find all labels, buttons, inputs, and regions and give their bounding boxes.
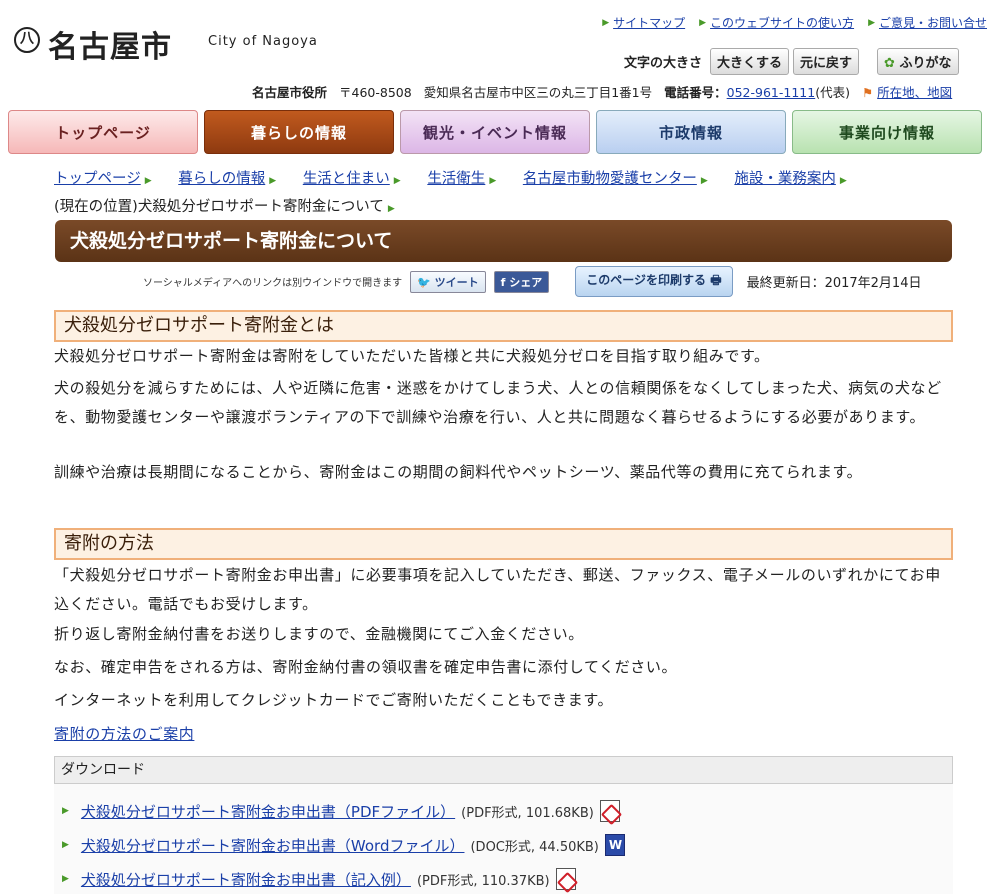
twitter-icon: 🐦	[417, 275, 431, 289]
arrow-icon: ▶	[602, 17, 610, 28]
phone-suffix: (代表)	[815, 85, 850, 100]
postal-code: 〒460-8508	[339, 85, 412, 100]
section-heading: 犬殺処分ゼロサポート寄附金とは	[54, 310, 953, 342]
location-map-link[interactable]: 所在地、地図	[877, 85, 952, 100]
page-title: 犬殺処分ゼロサポート寄附金について	[55, 220, 952, 262]
furigana-icon: ✿	[884, 56, 895, 71]
breadcrumb-link[interactable]: 施設・業務案内	[734, 171, 836, 187]
file-meta: (DOC形式, 44.50KB)	[470, 839, 599, 855]
print-button[interactable]: このページを印刷する 🖶	[575, 266, 733, 297]
arrow-icon: ▶	[699, 17, 707, 28]
share-label: シェア	[509, 275, 543, 289]
download-link-example[interactable]: 犬殺処分ゼロサポート寄附金お申出書（記入例）	[81, 869, 411, 890]
header-links: ▶ サイトマップ ▶ このウェブサイトの使い方 ▶ ご意見・お問い合せ	[602, 14, 987, 31]
nav-tab-tourism[interactable]: 観光・イベント情報	[400, 110, 590, 154]
font-size-label: 文字の大きさ	[624, 56, 703, 71]
breadcrumb-link[interactable]: 名古屋市動物愛護センター	[523, 171, 697, 187]
facebook-icon: f	[500, 275, 506, 289]
breadcrumb-link[interactable]: 生活と住まい	[303, 171, 390, 187]
pdf-icon	[599, 800, 620, 822]
arrow-icon: ▶	[144, 176, 152, 186]
list-item: ▶ 犬殺処分ゼロサポート寄附金お申出書（PDFファイル） (PDF形式, 101…	[62, 800, 620, 822]
arrow-icon: ▶	[393, 176, 401, 186]
share-button[interactable]: f シェア	[493, 270, 550, 293]
site-logo[interactable]: 名古屋市	[48, 22, 172, 66]
arrow-icon: ▶	[868, 17, 875, 28]
paragraph: 「犬殺処分ゼロサポート寄附金お申出書」に必要事項を記入していただき、郵送、ファッ…	[54, 566, 941, 613]
paragraph: 訓練や治療は長期間になることから、寄附金はこの期間の飼料代やペットシーツ、薬品代…	[54, 463, 863, 481]
download-link-pdf[interactable]: 犬殺処分ゼロサポート寄附金お申出書（PDFファイル）	[81, 801, 455, 822]
office-address: 名古屋市役所 〒460-8508 愛知県名古屋市中区三の丸三丁目1番1号 電話番…	[252, 82, 952, 101]
download-link-word[interactable]: 犬殺処分ゼロサポート寄附金お申出書（Wordファイル）	[81, 835, 465, 856]
paragraph: 犬殺処分ゼロサポート寄附金は寄附をしていただいた皆様と共に犬殺処分ゼロを目指す取…	[54, 347, 770, 365]
address-text: 愛知県名古屋市中区三の丸三丁目1番1号	[423, 85, 653, 100]
arrow-icon: ▶	[62, 840, 69, 850]
arrow-icon: ▶	[489, 176, 497, 186]
arrow-icon: ▶	[62, 874, 69, 884]
social-bar: ソーシャルメディアへのリンクは別ウインドウで開きます 🐦 ツイート f シェア …	[143, 266, 921, 297]
paragraph: 折り返し寄附金納付書をお送りしますので、金融機関にてご入金ください。	[54, 625, 584, 643]
breadcrumb-link[interactable]: トップページ	[54, 171, 141, 187]
tweet-button[interactable]: 🐦 ツイート	[410, 270, 486, 293]
file-meta: (PDF形式, 101.68KB)	[461, 805, 594, 821]
contact-link[interactable]: ご意見・お問い合せ	[879, 14, 987, 31]
arrow-icon: ▶	[700, 176, 708, 186]
flag-icon: ⚑	[861, 85, 874, 100]
paragraph: 犬の殺処分を減らすためには、人や近隣に危害・迷惑をかけてしまう犬、人との信頼関係…	[54, 379, 942, 426]
paragraph: インターネットを利用してクレジットカードでご寄附いただくこともできます。	[54, 691, 614, 709]
sitemap-link[interactable]: サイトマップ	[613, 14, 685, 31]
donation-guide-link[interactable]: 寄附の方法のご案内	[54, 725, 194, 743]
list-item: ▶ 犬殺処分ゼロサポート寄附金お申出書（記入例） (PDF形式, 110.37K…	[62, 868, 576, 890]
tweet-label: ツイート	[434, 275, 479, 289]
global-nav: トップページ 暮らしの情報 観光・イベント情報 市政情報 事業向け情報	[8, 110, 982, 154]
list-item: ▶ 犬殺処分ゼロサポート寄附金お申出書（Wordファイル） (DOC形式, 44…	[62, 834, 625, 856]
word-icon	[604, 834, 625, 856]
furigana-button[interactable]: ✿ ふりがな	[877, 48, 959, 75]
breadcrumb: トップページ ▶ 暮らしの情報 ▶ 生活と住まい ▶ 生活衛生 ▶ 名古屋市動物愛護セン…	[54, 166, 954, 222]
phone-number[interactable]: 052-961-1111	[727, 85, 816, 100]
arrow-icon: ▶	[269, 176, 277, 186]
furigana-label: ふりがな	[899, 56, 952, 71]
phone-label: 電話番号：	[664, 85, 727, 100]
file-meta: (PDF形式, 110.37KB)	[416, 873, 550, 889]
font-size-controls: 文字の大きさ 大きくする 元に戻す ✿ ふりがな	[624, 48, 959, 75]
social-note: ソーシャルメディアへのリンクは別ウインドウで開きます	[143, 278, 403, 289]
font-reset-button[interactable]: 元に戻す	[793, 48, 860, 75]
nav-tab-business[interactable]: 事業向け情報	[792, 110, 982, 154]
site-logo-english: City of Nagoya	[208, 34, 318, 49]
section-heading: 寄附の方法	[54, 528, 953, 560]
breadcrumb-link[interactable]: 生活衛生	[427, 171, 485, 187]
last-updated: 最終更新日：2017年2月14日	[746, 276, 922, 291]
printer-icon: 🖶	[710, 273, 722, 287]
download-heading: ダウンロード	[54, 756, 953, 784]
office-name: 名古屋市役所	[252, 85, 328, 100]
arrow-icon: ▶	[62, 806, 69, 816]
breadcrumb-link[interactable]: 暮らしの情報	[178, 171, 265, 187]
nav-tab-cityhall[interactable]: 市政情報	[596, 110, 786, 154]
font-bigger-button[interactable]: 大きくする	[710, 48, 790, 75]
arrow-icon: ▶	[839, 176, 847, 186]
print-label: このページを印刷する	[586, 273, 707, 287]
nav-tab-top[interactable]: トップページ	[8, 110, 198, 154]
paragraph: なお、確定申告をされる方は、寄附金納付書の領収書を確定申告書に添付してください。	[54, 658, 678, 676]
howto-link[interactable]: このウェブサイトの使い方	[710, 14, 854, 31]
breadcrumb-current: (現在の位置)犬殺処分ゼロサポート寄附金について	[54, 199, 384, 215]
phone: 電話番号：052-961-1111(代表)	[664, 82, 850, 101]
pdf-icon	[555, 868, 576, 890]
arrow-icon: ▶	[387, 204, 395, 214]
city-emblem-icon: 八	[14, 27, 40, 53]
nav-tab-living[interactable]: 暮らしの情報	[204, 110, 394, 154]
